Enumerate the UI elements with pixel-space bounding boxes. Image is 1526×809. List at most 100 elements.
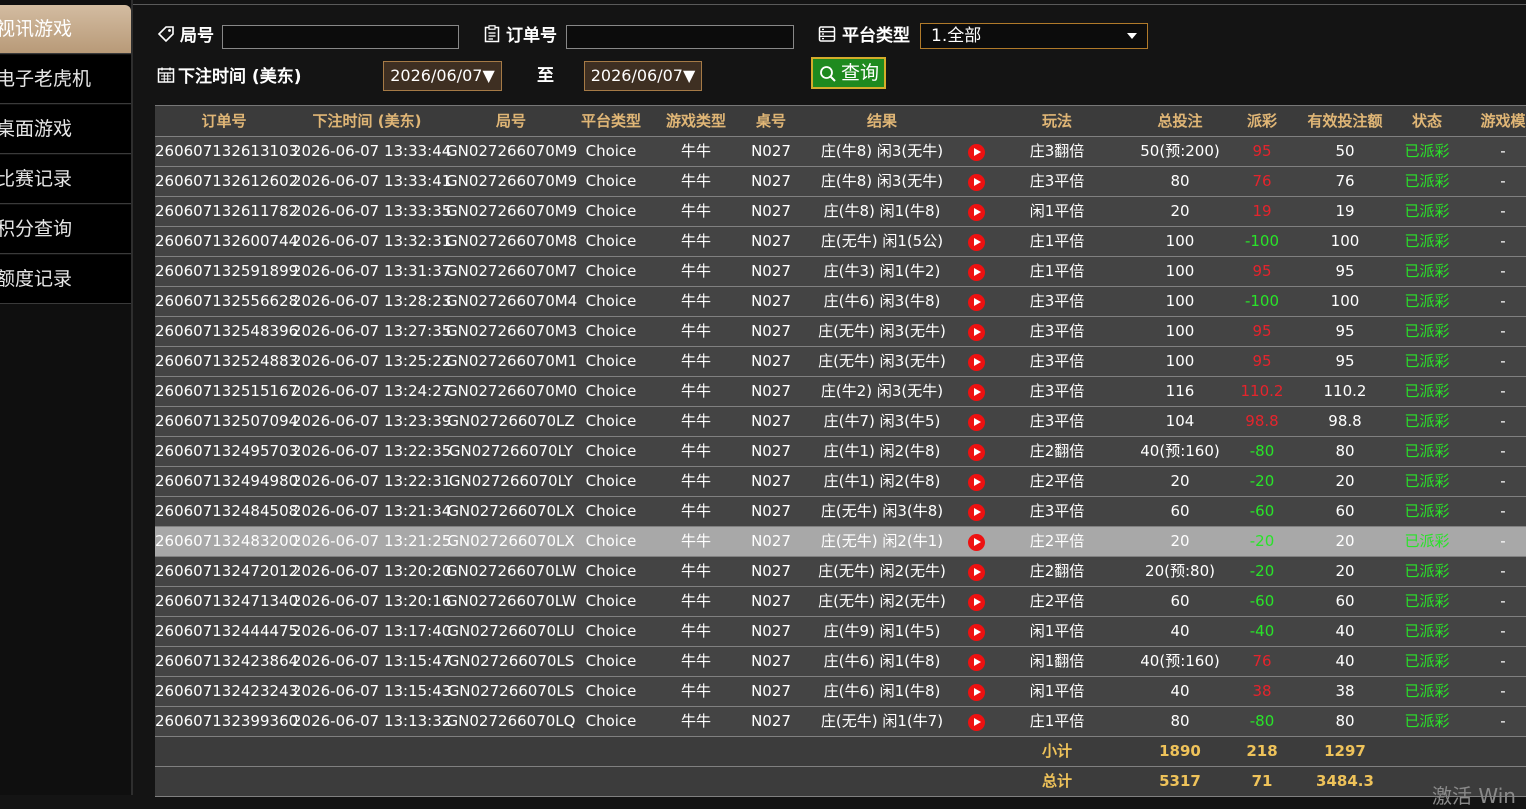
sidebar-item-live-games[interactable]: 视讯游戏	[0, 5, 131, 54]
cell-game-type: 牛牛	[680, 142, 711, 160]
cell-status: 已派彩	[1404, 532, 1450, 550]
cell-order-number: 260607132423243	[155, 682, 299, 700]
play-video-icon[interactable]	[968, 564, 985, 581]
cell-game-type: 牛牛	[680, 682, 711, 700]
cell-total-bet: 40	[1170, 682, 1190, 700]
sidebar-item-label: 积分查询	[0, 218, 73, 240]
date-to-picker[interactable]: 2026/06/07▼	[584, 61, 702, 91]
play-video-icon[interactable]	[968, 264, 985, 281]
play-video-icon[interactable]	[968, 354, 985, 371]
play-video-icon[interactable]	[968, 204, 985, 221]
table-row[interactable]: 260607132444475 2026-06-07 13:17:40 GN0272…	[155, 617, 1526, 647]
cell-game-type: 牛牛	[680, 412, 711, 430]
table-row[interactable]: 260607132399360 2026-06-07 13:13:32 GN0272…	[155, 707, 1526, 737]
table-row[interactable]: 260607132524883 2026-06-07 13:25:22 GN0272…	[155, 347, 1526, 377]
play-video-icon[interactable]	[968, 324, 985, 341]
table-row[interactable]: 260607132472012 2026-06-07 13:20:20 GN0272…	[155, 557, 1526, 587]
cell-bet-time: 2026-06-07 13:22:35	[292, 442, 452, 460]
cell-total-bet: 60	[1170, 592, 1190, 610]
cell-platform-type: Choice	[585, 562, 637, 580]
cell-order-number: 260607132484508	[155, 502, 299, 520]
cell-table-number: N027	[751, 142, 791, 160]
cell-round-number: GN027266070M9	[446, 172, 578, 190]
cell-payout: 95	[1252, 142, 1272, 160]
cell-round-number: GN027266070M3	[446, 322, 578, 340]
play-video-icon[interactable]	[968, 684, 985, 701]
table-row[interactable]: 260607132483200 2026-06-07 13:21:25 GN0272…	[155, 527, 1526, 557]
cell-platform-type: Choice	[585, 382, 637, 400]
cell-valid-bet: 20	[1335, 532, 1355, 550]
cell-table-number: N027	[751, 352, 791, 370]
cell-platform-type: Choice	[585, 502, 637, 520]
platform-select[interactable]: 1.全部	[920, 23, 1148, 49]
cell-payout: -20	[1249, 562, 1275, 580]
play-video-icon[interactable]	[968, 444, 985, 461]
column-header-play-type: 玩法	[1041, 112, 1072, 130]
table-row[interactable]: 260607132494980 2026-06-07 13:22:31 GN0272…	[155, 467, 1526, 497]
play-video-icon[interactable]	[968, 234, 985, 251]
table-row[interactable]: 260607132600744 2026-06-07 13:32:31 GN0272…	[155, 227, 1526, 257]
sidebar-item-points[interactable]: 积分查询	[0, 205, 131, 254]
cell-result: 庄(无牛) 闲1(5公)	[820, 232, 944, 250]
column-header-platform-type: 平台类型	[580, 112, 641, 130]
cell-status: 已派彩	[1404, 352, 1450, 370]
cell-round-number: GN027266070LZ	[447, 412, 575, 430]
play-video-icon[interactable]	[968, 534, 985, 551]
date-from-picker[interactable]: 2026/06/07▼	[383, 61, 502, 91]
cell-bet-time: 2026-06-07 13:31:37	[292, 262, 452, 280]
play-video-icon[interactable]	[968, 504, 985, 521]
cell-round-number: GN027266070M8	[446, 232, 578, 250]
cell-bet-time: 2026-06-07 13:15:43	[292, 682, 452, 700]
sidebar-item-table-games[interactable]: 桌面游戏	[0, 105, 131, 154]
column-header-valid-bet: 有效投注额	[1307, 112, 1383, 130]
table-row[interactable]: 260607132556628 2026-06-07 13:28:23 GN0272…	[155, 287, 1526, 317]
cell-result: 庄(无牛) 闲3(牛8)	[820, 502, 944, 520]
table-row[interactable]: 260607132423864 2026-06-07 13:15:47 GN0272…	[155, 647, 1526, 677]
play-video-icon[interactable]	[968, 624, 985, 641]
column-header-game-type: 游戏类型	[665, 112, 726, 130]
table-row[interactable]: 260607132548396 2026-06-07 13:27:35 GN0272…	[155, 317, 1526, 347]
table-row[interactable]: 260607132591899 2026-06-07 13:31:37 GN0272…	[155, 257, 1526, 287]
cell-order-number: 260607132612602	[155, 172, 299, 190]
query-button[interactable]: 查询	[811, 57, 886, 89]
table-row[interactable]: 260607132484508 2026-06-07 13:21:34 GN0272…	[155, 497, 1526, 527]
cell-play-type: 庄3平倍	[1029, 382, 1085, 400]
table-row[interactable]: 260607132613103 2026-06-07 13:33:44 GN0272…	[155, 137, 1526, 167]
table-row[interactable]: 260607132611782 2026-06-07 13:33:35 GN0272…	[155, 197, 1526, 227]
table-row[interactable]: 260607132423243 2026-06-07 13:15:43 GN0272…	[155, 677, 1526, 707]
column-header-total-bet: 总投注	[1157, 112, 1203, 130]
round-input[interactable]	[222, 25, 459, 49]
cell-order-number: 260607132507094	[155, 412, 299, 430]
cell-table-number: N027	[751, 502, 791, 520]
play-video-icon[interactable]	[968, 294, 985, 311]
table-row[interactable]: 260607132515167 2026-06-07 13:24:27 GN0272…	[155, 377, 1526, 407]
cell-game-type: 牛牛	[680, 562, 711, 580]
cell-bet-time: 2026-06-07 13:21:25	[292, 532, 452, 550]
play-video-icon[interactable]	[968, 174, 985, 191]
cell-game-mode: -	[1500, 352, 1506, 370]
cell-platform-type: Choice	[585, 202, 637, 220]
sidebar-item-match-records[interactable]: 比赛记录	[0, 155, 131, 204]
cell-round-number: GN027266070M7	[446, 262, 578, 280]
table-row[interactable]: 260607132471340 2026-06-07 13:20:16 GN0272…	[155, 587, 1526, 617]
play-video-icon[interactable]	[968, 474, 985, 491]
order-input[interactable]	[566, 25, 794, 49]
play-video-icon[interactable]	[968, 384, 985, 401]
sidebar-item-credit-records[interactable]: 额度记录	[0, 255, 131, 304]
play-video-icon[interactable]	[968, 654, 985, 671]
cell-order-number: 260607132472012	[155, 562, 299, 580]
cell-play-type: 庄1平倍	[1029, 232, 1085, 250]
cell-bet-time: 2026-06-07 13:22:31	[292, 472, 452, 490]
table-row[interactable]: 260607132612602 2026-06-07 13:33:41 GN0272…	[155, 167, 1526, 197]
table-row[interactable]: 260607132507094 2026-06-07 13:23:39 GN0272…	[155, 407, 1526, 437]
cell-bet-time: 2026-06-07 13:27:35	[292, 322, 452, 340]
cell-valid-bet: 95	[1335, 352, 1355, 370]
play-video-icon[interactable]	[968, 594, 985, 611]
sidebar-item-slots[interactable]: 电子老虎机	[0, 55, 131, 104]
play-video-icon[interactable]	[968, 144, 985, 161]
cell-game-mode: -	[1500, 442, 1506, 460]
play-video-icon[interactable]	[968, 414, 985, 431]
sidebar-item-label: 桌面游戏	[0, 118, 73, 140]
table-row[interactable]: 260607132495703 2026-06-07 13:22:35 GN0272…	[155, 437, 1526, 467]
play-video-icon[interactable]	[968, 714, 985, 731]
